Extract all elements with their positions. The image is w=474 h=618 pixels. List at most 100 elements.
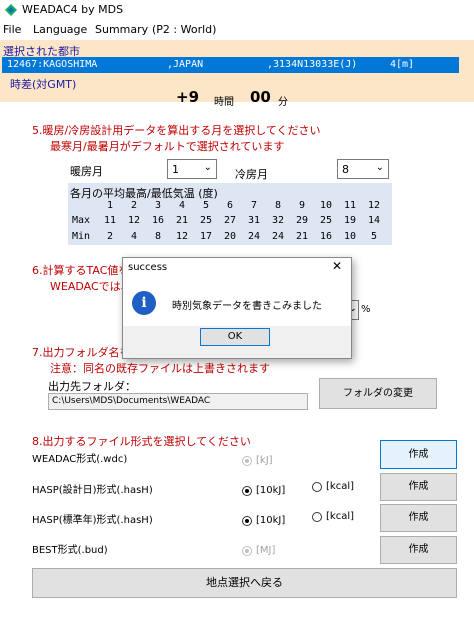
hasp-standard-kcal-label: [kcal] bbox=[326, 511, 354, 522]
section5-note: 最寒月/最暑月がデフォルトで選択されています bbox=[50, 140, 285, 153]
hasp-design-kcal-label: [kcal] bbox=[326, 481, 354, 492]
max-cell-7: 31 bbox=[247, 215, 261, 226]
section8-title: 8.出力するファイル形式を選択してください bbox=[32, 435, 251, 448]
output-folder-path: C:\Users\MDS\Documents\WEADAC bbox=[52, 396, 211, 406]
month-cell-4: 4 bbox=[178, 200, 186, 211]
month-cell-11: 11 bbox=[343, 200, 357, 211]
timezone-hours: +9 bbox=[176, 88, 200, 106]
best-mj-label: [MJ] bbox=[256, 545, 276, 556]
back-to-location-button[interactable]: 地点選択へ戻る bbox=[32, 568, 457, 598]
ok-button[interactable]: OK bbox=[200, 328, 270, 346]
weadac-create-button[interactable]: 作成 bbox=[380, 440, 457, 469]
section7-note: 注意：同名の既存ファイルは上書きされます bbox=[50, 362, 270, 375]
max-cell-12: 14 bbox=[367, 215, 381, 226]
min-cell-3: 8 bbox=[154, 231, 162, 242]
cooling-month-value: 8 bbox=[342, 163, 349, 176]
min-cell-2: 4 bbox=[130, 231, 138, 242]
max-cell-3: 16 bbox=[151, 215, 165, 226]
min-cell-11: 10 bbox=[343, 231, 357, 242]
city-coords: ,3134N13033E(J) bbox=[267, 59, 358, 70]
max-cell-11: 19 bbox=[343, 215, 357, 226]
menu-bar: File Language Summary (P2 : World) bbox=[0, 21, 474, 39]
timezone-hours-unit: 時間 bbox=[214, 97, 234, 108]
min-cell-10: 16 bbox=[319, 231, 333, 242]
hasp-design-kcal-radio[interactable] bbox=[312, 482, 322, 492]
month-cell-3: 3 bbox=[154, 200, 162, 211]
max-cell-4: 21 bbox=[175, 215, 189, 226]
max-cell-5: 25 bbox=[199, 215, 213, 226]
cooling-month-select[interactable]: 8 ⌄ bbox=[337, 159, 389, 179]
hasp-design-10kj-radio[interactable] bbox=[242, 486, 252, 496]
output-folder-label: 出力先フォルダ： bbox=[48, 380, 136, 393]
timezone-minutes-unit: 分 bbox=[278, 97, 288, 108]
menu-language[interactable]: Language bbox=[33, 23, 87, 36]
city-elevation: 4[m] bbox=[390, 59, 415, 70]
menu-file[interactable]: File bbox=[3, 23, 21, 36]
hasp-standard-kcal-radio[interactable] bbox=[312, 512, 322, 522]
min-row-label: Min bbox=[72, 231, 91, 242]
app-icon bbox=[5, 4, 17, 16]
max-cell-1: 11 bbox=[103, 215, 117, 226]
min-cell-6: 20 bbox=[223, 231, 237, 242]
section7-title: 7.出力フォルダ名を bbox=[32, 346, 131, 359]
close-icon[interactable]: ✕ bbox=[329, 259, 345, 273]
min-cell-1: 2 bbox=[106, 231, 114, 242]
max-cell-9: 29 bbox=[295, 215, 309, 226]
monthly-temps-title: 各月の平均最高/最低気温 (度) bbox=[70, 187, 218, 200]
month-cell-2: 2 bbox=[130, 200, 138, 211]
weadac-kj-label: [kJ] bbox=[256, 455, 273, 466]
max-cell-6: 27 bbox=[223, 215, 237, 226]
month-cell-1: 1 bbox=[106, 200, 114, 211]
month-cell-5: 5 bbox=[202, 200, 210, 211]
city-code-name: 12467:KAGOSHIMA bbox=[7, 59, 98, 70]
month-cell-6: 6 bbox=[226, 200, 234, 211]
section6-title: 6.計算するTAC値を bbox=[32, 264, 130, 277]
weadac-kj-radio[interactable] bbox=[242, 456, 252, 466]
menu-region[interactable]: (P2 : World) bbox=[152, 23, 216, 36]
hasp-standard-10kj-label: [10kJ] bbox=[256, 515, 286, 526]
info-icon: i bbox=[132, 291, 156, 315]
heating-month-label: 暖房月 bbox=[70, 165, 103, 178]
section5-title: 5.暖房/冷房設計用データを算出する月を選択してください bbox=[32, 124, 321, 137]
best-create-button[interactable]: 作成 bbox=[380, 536, 457, 564]
min-cell-4: 12 bbox=[175, 231, 189, 242]
timezone-minutes: 00 bbox=[250, 88, 271, 106]
hasp-standard-10kj-radio[interactable] bbox=[242, 516, 252, 526]
chevron-down-icon: ⌄ bbox=[203, 162, 212, 173]
hasp-standard-format-label: HASP(標準年)形式(.hasH) bbox=[32, 515, 153, 526]
max-row-label: Max bbox=[72, 215, 91, 226]
best-mj-radio[interactable] bbox=[242, 546, 252, 556]
max-cell-2: 12 bbox=[127, 215, 141, 226]
max-cell-10: 25 bbox=[319, 215, 333, 226]
menu-summary[interactable]: Summary bbox=[95, 23, 148, 36]
section6-note: WEADACでは、 bbox=[50, 280, 132, 293]
min-cell-8: 24 bbox=[271, 231, 285, 242]
chevron-down-icon: ⌄ bbox=[375, 162, 384, 173]
month-cell-8: 8 bbox=[274, 200, 282, 211]
hasp-design-create-button[interactable]: 作成 bbox=[380, 473, 457, 501]
min-cell-5: 17 bbox=[199, 231, 213, 242]
month-cell-7: 7 bbox=[250, 200, 258, 211]
hasp-design-format-label: HASP(設計日)形式(.hasH) bbox=[32, 485, 153, 496]
change-folder-button[interactable]: フォルダの変更 bbox=[319, 378, 437, 409]
best-format-label: BEST形式(.bud) bbox=[32, 545, 108, 556]
month-cell-9: 9 bbox=[298, 200, 306, 211]
weadac-format-label: WEADAC形式(.wdc) bbox=[32, 454, 128, 465]
city-country: ,JAPAN bbox=[167, 59, 204, 70]
window-title: WEADAC4 by MDS bbox=[22, 3, 124, 16]
heating-month-value: 1 bbox=[172, 163, 179, 176]
dialog-title: success bbox=[128, 262, 168, 273]
month-cell-12: 12 bbox=[367, 200, 381, 211]
tac-unit: % bbox=[361, 304, 371, 315]
month-cell-10: 10 bbox=[319, 200, 333, 211]
hasp-standard-create-button[interactable]: 作成 bbox=[380, 504, 457, 532]
min-cell-7: 24 bbox=[247, 231, 261, 242]
heating-month-select[interactable]: 1 ⌄ bbox=[167, 159, 217, 179]
timezone-label: 時差(対GMT) bbox=[10, 78, 77, 91]
cooling-month-label: 冷房月 bbox=[235, 168, 268, 181]
min-cell-9: 21 bbox=[295, 231, 309, 242]
hasp-design-10kj-label: [10kJ] bbox=[256, 485, 286, 496]
dialog-message: 時別気象データを書きこみました bbox=[172, 301, 322, 312]
output-folder-field[interactable]: C:\Users\MDS\Documents\WEADAC bbox=[48, 393, 308, 410]
min-cell-12: 5 bbox=[370, 231, 378, 242]
